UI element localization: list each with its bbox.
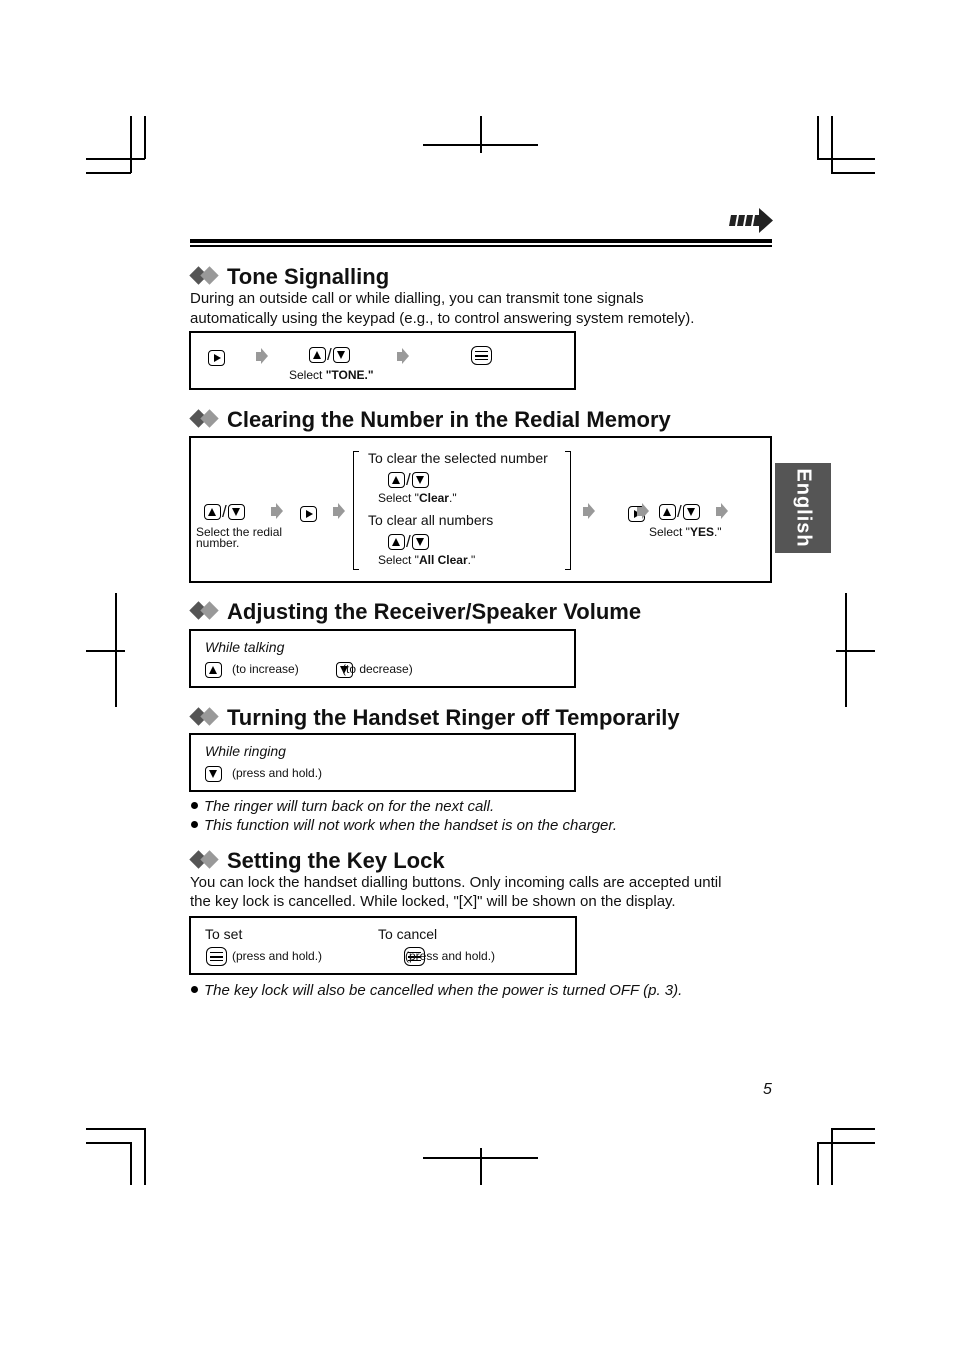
up-key-icon [309, 347, 326, 363]
header-rule-thick [190, 239, 772, 243]
language-tab: English [775, 463, 831, 553]
keylock-procedure-box: To set (press and hold.) To cancel (pres… [189, 916, 577, 975]
diamond-bullet-icon [189, 409, 222, 428]
options-bracket-left [353, 451, 359, 570]
up-down-keys: / [204, 502, 245, 522]
up-down-keys: / [309, 345, 350, 365]
options-bracket-right [565, 451, 571, 570]
select-all-clear-caption: Select "All Clear." [378, 553, 476, 567]
step-arrow-icon [716, 503, 728, 520]
up-key-icon [388, 472, 405, 488]
option-clear-all-title: To clear all numbers [368, 512, 494, 528]
keylock-note: The key lock will also be cancelled when… [191, 981, 682, 1000]
to-set-label: To set [205, 926, 243, 942]
diamond-bullet-icon [189, 601, 222, 620]
ringer-context: While ringing [205, 743, 286, 759]
step-arrow-icon [333, 503, 345, 520]
bullet-icon [191, 986, 198, 993]
up-key-icon [205, 661, 222, 678]
option-clear-selected-title: To clear the selected number [368, 450, 548, 466]
section-title-volume: Adjusting the Receiver/Speaker Volume [189, 600, 641, 624]
step-arrow-icon [637, 503, 649, 520]
up-down-keys: / [659, 502, 700, 522]
menu-key-icon [206, 947, 227, 966]
step-arrow-icon [271, 503, 283, 520]
tone-procedure-box: / Select "TONE." [189, 331, 576, 390]
play-key-icon [300, 505, 317, 522]
step-arrow-icon [583, 503, 595, 520]
set-press-hold-label: (press and hold.) [232, 949, 323, 963]
bullet-icon [191, 802, 198, 809]
up-key-icon [204, 504, 221, 520]
diamond-bullet-icon [189, 707, 222, 726]
press-hold-label: (press and hold.) [232, 766, 323, 780]
diamond-bullet-icon [189, 850, 222, 869]
select-yes-caption: Select "YES." [649, 525, 722, 539]
down-key-icon [411, 534, 429, 550]
play-key-icon [208, 349, 225, 366]
ringer-procedure-box: While ringing (press and hold.) [189, 733, 576, 792]
down-key-icon [411, 472, 429, 488]
diamond-bullet-icon [189, 266, 222, 285]
section-title-tone-signalling: Tone Signalling [189, 265, 389, 289]
tone-description-line1: During an outside call or while dialling… [190, 290, 644, 307]
volume-context: While talking [205, 639, 285, 655]
volume-procedure-box: While talking (to increase) (to decrease… [189, 629, 576, 688]
down-key-icon [205, 765, 222, 782]
section-title-clearing-redial: Clearing the Number in the Redial Memory [189, 408, 671, 432]
up-key-icon [659, 504, 676, 520]
up-down-keys: / [388, 470, 429, 490]
keylock-description-line2: the key lock is cancelled. While locked,… [190, 893, 676, 910]
down-key-icon [332, 347, 350, 363]
up-down-keys: / [388, 532, 429, 552]
menu-key-icon [471, 346, 493, 365]
section-title-ringer: Turning the Handset Ringer off Temporari… [189, 706, 680, 730]
increase-label: (to increase) [232, 662, 299, 676]
redial-procedure-box: / Select the redial number. To clear the… [189, 436, 800, 583]
select-clear-caption: Select "Clear." [378, 491, 457, 505]
to-cancel-label: To cancel [378, 926, 438, 942]
tone-description-line2: automatically using the keypad (e.g., to… [190, 310, 695, 327]
ringer-note-1: The ringer will turn back on for the nex… [191, 797, 494, 816]
section-title-key-lock: Setting the Key Lock [189, 849, 445, 873]
cancel-press-hold-label: (press and hold.) [405, 949, 496, 963]
ringer-note-2: This function will not work when the han… [191, 816, 617, 835]
continue-arrow-icon [728, 208, 774, 234]
up-key-icon [388, 534, 405, 550]
tone-select-caption: Select "TONE." [289, 368, 374, 382]
bullet-icon [191, 821, 198, 828]
header-rule-thin [190, 245, 772, 247]
select-redial-caption-line2: number. [196, 536, 240, 550]
step-arrow-icon [397, 348, 409, 365]
step-arrow-icon [256, 348, 268, 365]
down-key-icon [227, 504, 245, 520]
page-number: 5 [763, 1081, 772, 1098]
decrease-label: (to decrease) [342, 662, 413, 676]
down-key-icon [682, 504, 700, 520]
keylock-description-line1: You can lock the handset dialling button… [190, 874, 722, 891]
